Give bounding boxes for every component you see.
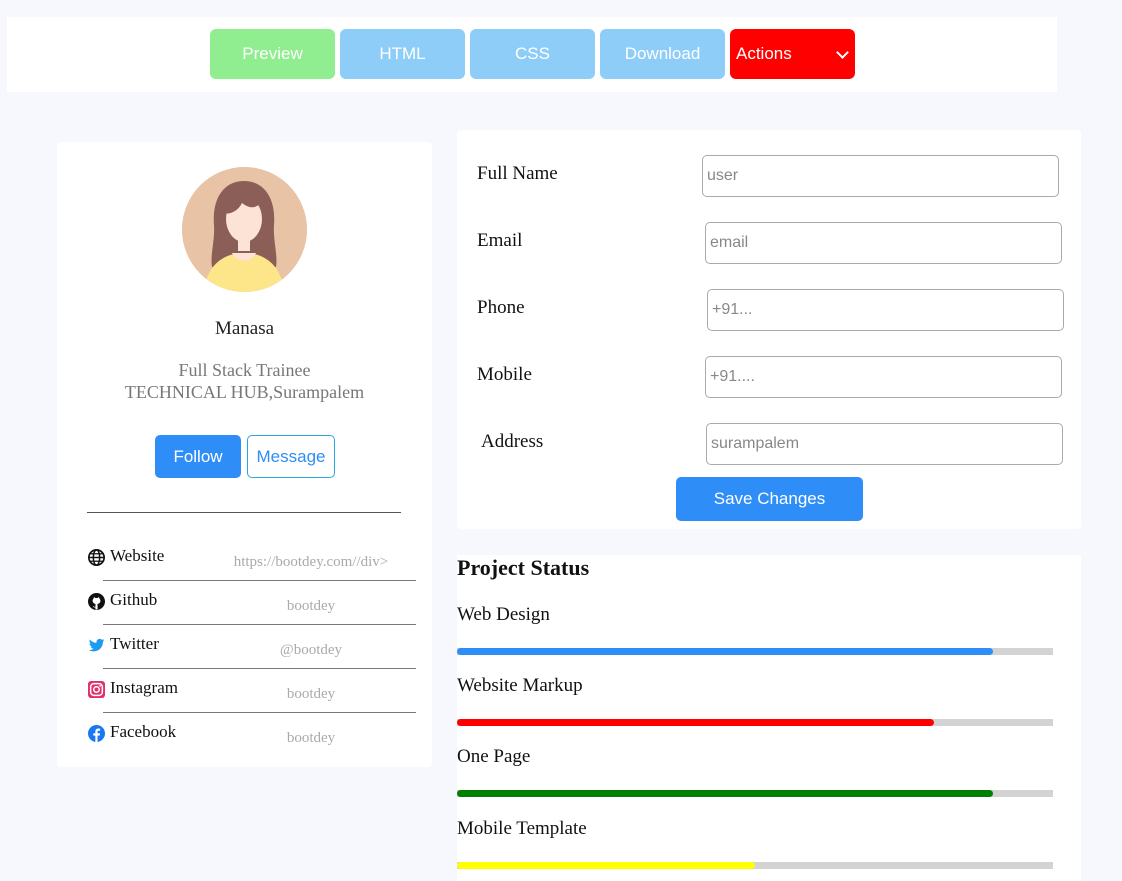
- mobile-label: Mobile: [477, 364, 532, 385]
- full-name-label: Full Name: [477, 163, 558, 184]
- progress-bar: [457, 862, 1053, 869]
- project-label: Web Design: [457, 604, 550, 625]
- address-input[interactable]: [706, 423, 1063, 465]
- social-label-facebook: Facebook: [110, 722, 177, 741]
- progress-fill: [457, 862, 755, 869]
- row-divider: [103, 580, 416, 581]
- social-value-website[interactable]: https://bootdey.com//div>: [207, 554, 415, 571]
- actions-label: Actions: [736, 44, 792, 63]
- progress-fill: [457, 719, 934, 726]
- social-label-twitter: Twitter: [110, 634, 159, 653]
- social-value-facebook[interactable]: bootdey: [207, 730, 415, 747]
- mobile-input[interactable]: [705, 356, 1062, 398]
- address-label: Address: [481, 431, 544, 452]
- social-value-twitter[interactable]: @bootdey: [207, 642, 415, 659]
- profile-card: Manasa Full Stack Trainee TECHNICAL HUB,…: [57, 142, 432, 767]
- full-name-input[interactable]: [702, 155, 1059, 197]
- project-label: Mobile Template: [457, 818, 587, 839]
- social-label-github: Github: [110, 590, 158, 609]
- email-input[interactable]: [705, 222, 1062, 264]
- progress-fill: [457, 648, 994, 655]
- html-button[interactable]: HTML: [340, 29, 465, 79]
- social-label-website: Website: [110, 546, 165, 565]
- twitter-icon: [88, 638, 105, 652]
- avatar: [182, 167, 307, 292]
- phone-label: Phone: [477, 297, 525, 318]
- social-label-instagram: Instagram: [110, 678, 178, 697]
- row-divider: [103, 668, 416, 669]
- social-row-github[interactable]: Github bootdey: [57, 587, 432, 631]
- project-status-title: Project Status: [457, 555, 590, 580]
- preview-button[interactable]: Preview: [210, 29, 335, 79]
- social-row-facebook[interactable]: Facebook bootdey: [57, 719, 432, 763]
- progress-bar: [457, 790, 1053, 797]
- chevron-down-icon: [836, 45, 849, 59]
- progress-bar: [457, 648, 1053, 655]
- profile-name: Manasa: [214, 318, 275, 339]
- social-value-github[interactable]: bootdey: [207, 598, 415, 615]
- instagram-icon: [88, 681, 105, 698]
- profile-title: Full Stack Trainee: [178, 360, 311, 380]
- message-button[interactable]: Message: [247, 435, 335, 478]
- row-divider: [103, 712, 416, 713]
- toolbar: Preview HTML CSS Download Actions: [7, 17, 1057, 92]
- row-divider: [103, 624, 416, 625]
- css-button[interactable]: CSS: [470, 29, 595, 79]
- facebook-icon: [88, 725, 105, 742]
- email-label: Email: [477, 230, 523, 251]
- progress-fill: [457, 790, 994, 797]
- social-row-instagram[interactable]: Instagram bootdey: [57, 675, 432, 719]
- project-status-card: Project Status Web Design Website Markup O…: [457, 555, 1081, 881]
- social-row-twitter[interactable]: Twitter @bootdey: [57, 631, 432, 675]
- phone-input[interactable]: [707, 289, 1064, 331]
- download-button[interactable]: Download: [600, 29, 725, 79]
- profile-form-card: Full Name Email Phone Mobile Address Sav…: [457, 130, 1081, 529]
- profile-organization: TECHNICAL HUB,Surampalem: [124, 382, 365, 402]
- project-label: One Page: [457, 746, 531, 767]
- actions-dropdown[interactable]: Actions: [730, 29, 855, 79]
- globe-icon: [88, 549, 105, 566]
- social-row-website[interactable]: Website https://bootdey.com//div>: [57, 543, 432, 587]
- progress-bar: [457, 719, 1053, 726]
- social-value-instagram[interactable]: bootdey: [207, 686, 415, 703]
- project-label: Website Markup: [457, 675, 583, 696]
- divider: [87, 512, 401, 513]
- follow-button[interactable]: Follow: [155, 435, 241, 478]
- save-changes-button[interactable]: Save Changes: [676, 477, 863, 521]
- github-icon: [88, 593, 105, 610]
